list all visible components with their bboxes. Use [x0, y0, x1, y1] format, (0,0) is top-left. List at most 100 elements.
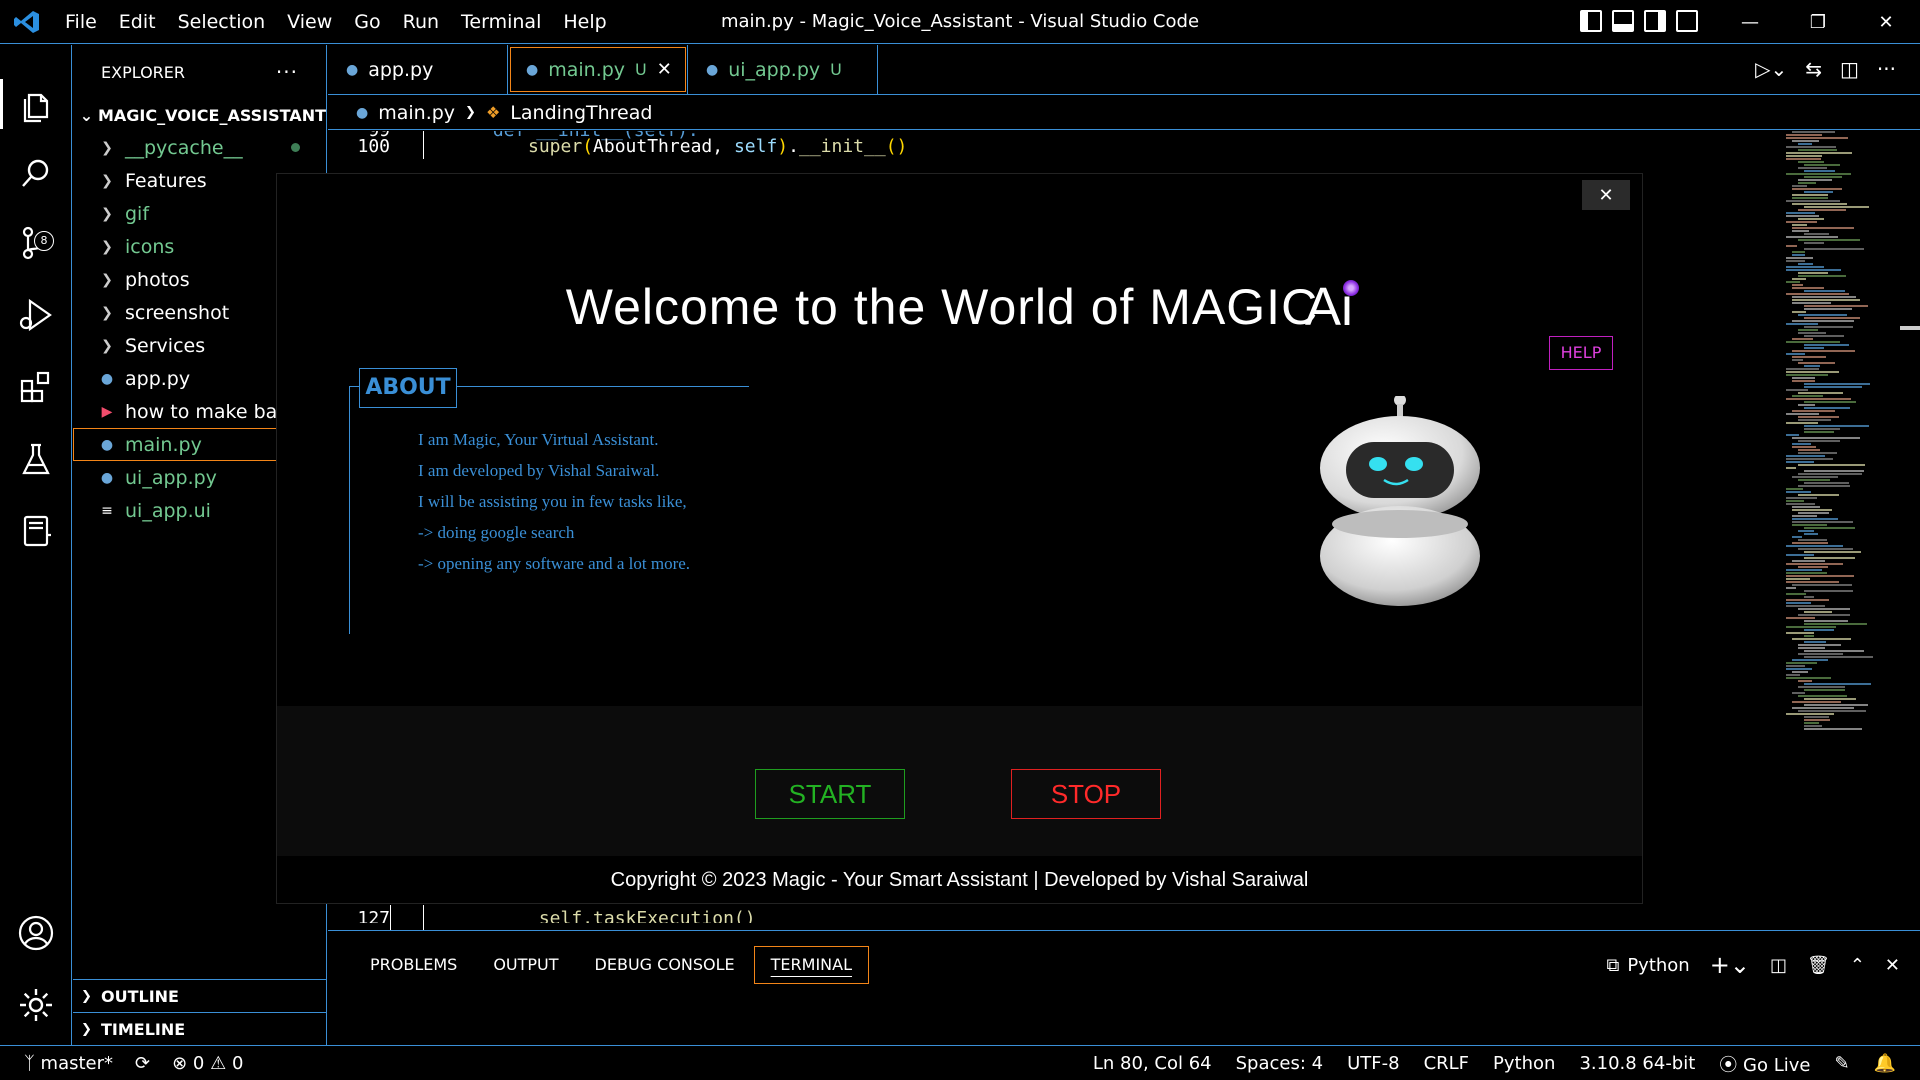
layout-controls — [1580, 10, 1698, 32]
minimap-line — [1804, 728, 1862, 730]
menu-go[interactable]: Go — [343, 0, 391, 44]
minimap-line — [1804, 641, 1826, 643]
code-line-100: 100 super(AboutThread, self).__init__() — [328, 133, 907, 161]
tab-app-py[interactable]: ● app.py — [328, 45, 508, 94]
about-title: ABOUT — [359, 368, 457, 408]
split-editor-icon[interactable]: ◫ — [1840, 57, 1859, 81]
app-controls-area: START STOP — [277, 706, 1642, 856]
tab-debug-console[interactable]: DEBUG CONSOLE — [577, 945, 753, 985]
minimap-line — [1792, 701, 1841, 703]
customize-layout-icon[interactable] — [1676, 10, 1698, 32]
status-bar: ᛉ master* ⟳ ⊗ 0 ⚠ 0 Ln 80, Col 64 Spaces… — [0, 1045, 1920, 1080]
restore-icon[interactable]: ❐ — [1784, 0, 1852, 44]
menu-file[interactable]: File — [54, 0, 108, 44]
editor-actions: ▷⌄ ⇆ ◫ ··· — [1755, 57, 1896, 81]
more-actions-icon[interactable]: ··· — [1877, 57, 1896, 81]
minimap-line — [1798, 218, 1824, 220]
go-live[interactable]: ⦿ Go Live — [1719, 1051, 1810, 1077]
problems-status[interactable]: ⊗ 0 ⚠ 0 — [172, 1053, 243, 1074]
timeline-label: TIMELINE — [101, 1019, 186, 1039]
scrollbar-thumb[interactable] — [1900, 326, 1920, 330]
notifications-bell-icon[interactable]: 🔔 — [1874, 1053, 1896, 1074]
code-self: self — [733, 136, 778, 157]
minimap-line — [1804, 482, 1849, 484]
outline-section[interactable]: ❯ OUTLINE — [73, 979, 326, 1012]
search-icon[interactable] — [16, 153, 56, 193]
remote-explorer-icon[interactable] — [16, 511, 56, 551]
vscode-logo-icon — [0, 0, 54, 44]
minimap-line — [1786, 455, 1825, 457]
workspace-folder-header[interactable]: ⌄ MAGIC_VOICE_ASSISTANT — [73, 99, 326, 131]
settings-gear-icon[interactable] — [16, 985, 56, 1025]
minimap-line — [1804, 611, 1832, 613]
cursor-position[interactable]: Ln 80, Col 64 — [1093, 1053, 1212, 1074]
language-mode[interactable]: Python — [1493, 1053, 1555, 1074]
testing-icon[interactable] — [16, 439, 56, 479]
tab-output[interactable]: OUTPUT — [475, 945, 576, 985]
sync-icon[interactable]: ⟳ — [135, 1053, 150, 1074]
indentation[interactable]: Spaces: 4 — [1236, 1053, 1323, 1074]
tab-problems[interactable]: PROBLEMS — [352, 945, 475, 985]
menu-terminal[interactable]: Terminal — [450, 0, 552, 44]
tree-item-label: __pycache__ — [125, 136, 243, 159]
minimap-line — [1804, 590, 1853, 592]
encoding[interactable]: UTF-8 — [1347, 1053, 1399, 1074]
tab-main-py[interactable]: ● main.py U ✕ — [508, 45, 688, 94]
minimap-line — [1792, 284, 1803, 286]
minimap-line — [1804, 683, 1871, 685]
menu-view[interactable]: View — [276, 0, 343, 44]
stop-button[interactable]: STOP — [1011, 769, 1161, 819]
toggle-sidebar-icon[interactable] — [1580, 10, 1602, 32]
menu-edit[interactable]: Edit — [108, 0, 167, 44]
minimap-line — [1792, 707, 1854, 709]
close-window-icon[interactable]: ✕ — [1852, 0, 1920, 44]
explorer-more-icon[interactable]: ··· — [276, 60, 298, 84]
start-button[interactable]: START — [755, 769, 905, 819]
terminal-kind[interactable]: Python — [1627, 955, 1689, 976]
chevron-right-icon: ❯ — [101, 304, 113, 321]
menu-help[interactable]: Help — [552, 0, 617, 44]
tree-item-pycache[interactable]: ❯ __pycache__ — [73, 131, 326, 164]
menu-selection[interactable]: Selection — [167, 0, 277, 44]
minimap-line — [1804, 596, 1814, 598]
toggle-secondary-sidebar-icon[interactable] — [1644, 10, 1666, 32]
breadcrumb-file[interactable]: main.py — [378, 102, 455, 124]
close-tab-icon[interactable]: ✕ — [657, 59, 672, 80]
tab-ui-app-py[interactable]: ● ui_app.py U — [688, 45, 878, 94]
run-file-icon[interactable]: ▷⌄ — [1755, 57, 1787, 81]
close-panel-icon[interactable]: ✕ — [1885, 955, 1900, 976]
minimap-line — [1786, 371, 1839, 373]
help-button[interactable]: HELP — [1549, 336, 1613, 370]
broadcast-icon: ⦿ — [1719, 1054, 1744, 1076]
toggle-panel-icon[interactable] — [1612, 10, 1634, 32]
minimap[interactable] — [1786, 131, 1896, 731]
extensions-icon[interactable] — [16, 367, 56, 407]
git-branch[interactable]: ᛉ master* — [24, 1053, 113, 1074]
minimap-line — [1792, 224, 1807, 226]
feedback-icon[interactable]: ✎ — [1834, 1053, 1849, 1074]
minimize-icon[interactable]: — — [1716, 0, 1784, 44]
account-icon[interactable] — [16, 913, 56, 953]
minimap-line — [1798, 404, 1815, 406]
end-of-line[interactable]: CRLF — [1424, 1053, 1469, 1074]
timeline-section[interactable]: ❯ TIMELINE — [73, 1012, 326, 1045]
new-terminal-icon[interactable]: +⌄ — [1710, 951, 1750, 979]
app-close-button[interactable]: ✕ — [1582, 180, 1630, 210]
breadcrumb-symbol[interactable]: LandingThread — [510, 102, 652, 124]
compare-changes-icon[interactable]: ⇆ — [1805, 57, 1822, 81]
kill-terminal-icon[interactable]: 🗑 — [1807, 955, 1830, 976]
minimap-line — [1798, 530, 1814, 532]
explorer-icon[interactable] — [16, 85, 56, 125]
minimap-line — [1798, 239, 1860, 241]
tab-terminal[interactable]: TERMINAL — [753, 945, 870, 985]
maximize-panel-icon[interactable]: ⌃ — [1850, 955, 1865, 976]
run-debug-icon[interactable] — [16, 295, 56, 335]
panel-actions: ⧉ Python +⌄ ◫ 🗑 ⌃ ✕ — [1606, 951, 1900, 979]
python-interpreter[interactable]: 3.10.8 64-bit — [1579, 1053, 1695, 1074]
tab-label: ui_app.py — [728, 58, 821, 81]
menu-run[interactable]: Run — [392, 0, 450, 44]
split-terminal-icon[interactable]: ◫ — [1770, 955, 1787, 976]
minimap-line — [1786, 668, 1812, 670]
chevron-right-icon: ❯ — [101, 271, 113, 288]
minimap-line — [1786, 134, 1822, 136]
